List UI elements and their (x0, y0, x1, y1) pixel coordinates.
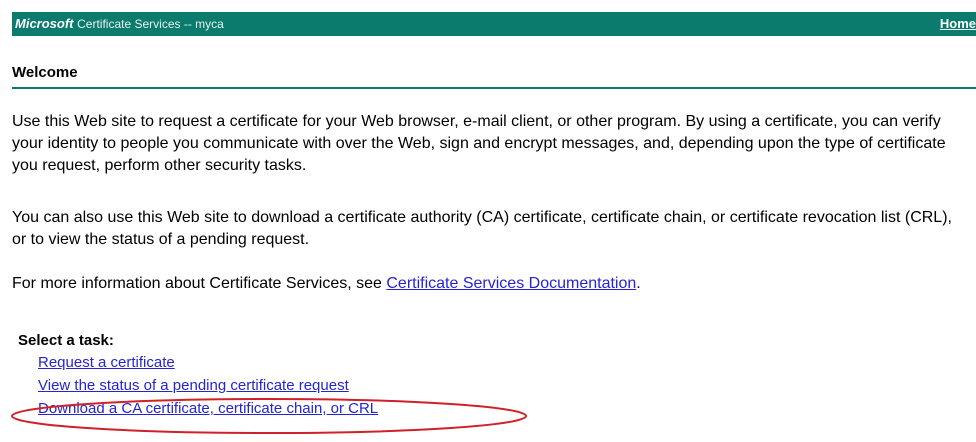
more-info-period: . (636, 275, 641, 292)
task-list-heading: Select a task: (18, 332, 114, 349)
page-title: Welcome (12, 64, 78, 81)
header-bar: Microsoft Certificate Services -- myca H… (12, 12, 976, 36)
microsoft-brand: Microsoft (15, 16, 74, 31)
download-info-paragraph: You can also use this Web site to downlo… (12, 209, 952, 248)
brand-title: Microsoft Certificate Services -- myca (15, 12, 224, 36)
more-info-paragraph: For more information about Certificate S… (12, 273, 967, 295)
home-link[interactable]: Home (940, 12, 976, 36)
documentation-link[interactable]: Certificate Services Documentation (386, 275, 636, 292)
view-pending-request-link[interactable]: View the status of a pending certificate… (38, 374, 378, 397)
intro-paragraph: Use this Web site to request a certifica… (12, 113, 946, 174)
download-ca-certificate-link[interactable]: Download a CA certificate, certificate c… (38, 397, 378, 420)
task-list: Select a task: Request a certificate Vie… (18, 331, 378, 420)
request-certificate-link[interactable]: Request a certificate (38, 351, 378, 374)
more-info-text: For more information about Certificate S… (12, 275, 387, 292)
certificate-services-page: Microsoft Certificate Services -- myca H… (0, 0, 976, 442)
section-divider (12, 87, 976, 89)
app-title: Certificate Services -- myca (77, 17, 224, 31)
